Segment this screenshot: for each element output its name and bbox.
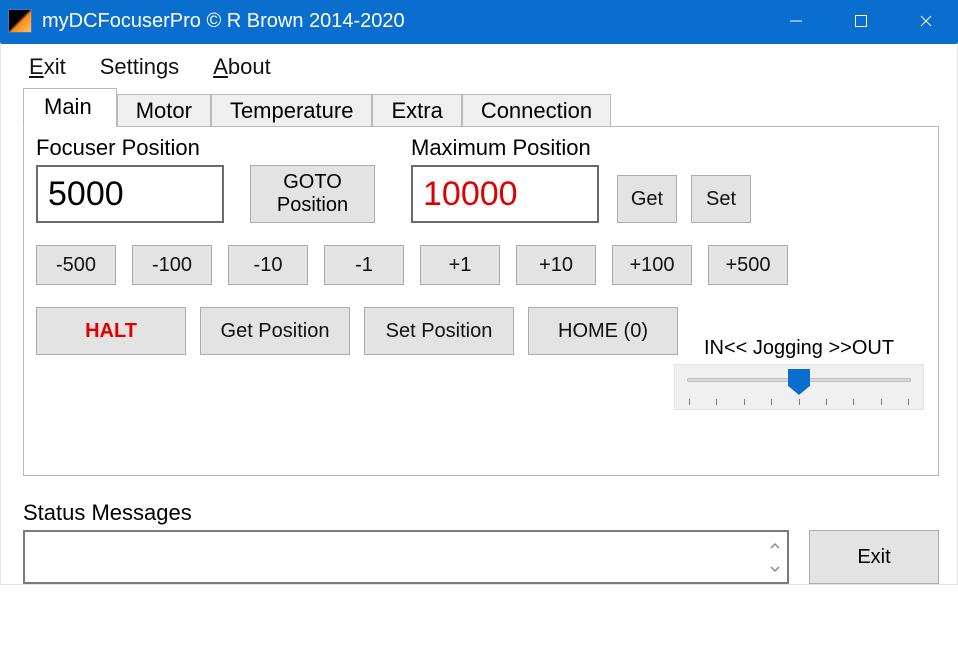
step-row: -500 -100 -10 -1 +1 +10 +100 +500 — [36, 245, 924, 285]
tab-page-main: Focuser Position GOTO Position Maximum P… — [23, 126, 939, 476]
title-bar: myDCFocuserPro © R Brown 2014-2020 — [0, 0, 958, 42]
step-minus-500[interactable]: -500 — [36, 245, 116, 285]
exit-button[interactable]: Exit — [809, 530, 939, 584]
menu-about-mnemonic: A — [213, 54, 228, 79]
menu-exit-rest: xit — [44, 54, 66, 79]
max-position-label: Maximum Position — [411, 135, 599, 161]
jogging-block: IN<< Jogging >>OUT — [674, 337, 924, 410]
tab-motor[interactable]: Motor — [117, 94, 211, 127]
menu-settings[interactable]: Settings — [100, 54, 180, 80]
slider-ticks — [687, 399, 911, 405]
step-plus-1[interactable]: +1 — [420, 245, 500, 285]
step-minus-10[interactable]: -10 — [228, 245, 308, 285]
tab-temperature[interactable]: Temperature — [211, 94, 373, 127]
menu-about[interactable]: About — [213, 54, 271, 80]
halt-button[interactable]: HALT — [36, 307, 186, 355]
slider-thumb[interactable] — [788, 369, 810, 395]
tab-extra[interactable]: Extra — [372, 94, 461, 127]
scroll-down-icon[interactable] — [765, 557, 785, 580]
max-position-block: Maximum Position — [411, 135, 599, 223]
maximize-button[interactable] — [828, 0, 893, 42]
step-minus-100[interactable]: -100 — [132, 245, 212, 285]
menu-exit-mnemonic: E — [29, 54, 44, 79]
set-position-button[interactable]: Set Position — [364, 307, 514, 355]
tab-strip: Main Motor Temperature Extra Connection — [1, 88, 957, 127]
home-button[interactable]: HOME (0) — [528, 307, 678, 355]
goto-position-button[interactable]: GOTO Position — [250, 165, 375, 223]
scroll-up-icon[interactable] — [765, 534, 785, 557]
jogging-slider[interactable] — [674, 364, 924, 410]
step-minus-1[interactable]: -1 — [324, 245, 404, 285]
focuser-position-label: Focuser Position — [36, 135, 224, 161]
status-label: Status Messages — [23, 500, 939, 526]
step-plus-100[interactable]: +100 — [612, 245, 692, 285]
tab-connection[interactable]: Connection — [462, 94, 611, 127]
tab-main[interactable]: Main — [23, 88, 117, 127]
get-position-button[interactable]: Get Position — [200, 307, 350, 355]
jogging-label: IN<< Jogging >>OUT — [674, 337, 924, 360]
set-max-button[interactable]: Set — [691, 175, 751, 223]
status-section: Status Messages Exit — [23, 500, 939, 584]
focuser-position-input[interactable] — [36, 165, 224, 223]
get-max-button[interactable]: Get — [617, 175, 677, 223]
menu-exit[interactable]: Exit — [29, 54, 66, 80]
app-icon — [8, 9, 32, 33]
client-area: Exit Settings About Main Motor Temperatu… — [0, 42, 958, 585]
menu-bar: Exit Settings About — [1, 44, 957, 88]
window-title: myDCFocuserPro © R Brown 2014-2020 — [42, 10, 763, 33]
window-controls — [763, 0, 958, 42]
focuser-block: Focuser Position — [36, 135, 224, 223]
position-row: Focuser Position GOTO Position Maximum P… — [36, 135, 924, 223]
max-position-input[interactable] — [411, 165, 599, 223]
step-plus-500[interactable]: +500 — [708, 245, 788, 285]
close-button[interactable] — [893, 0, 958, 42]
status-scroll[interactable] — [765, 534, 785, 580]
status-messages-box[interactable] — [23, 530, 789, 584]
menu-about-rest: bout — [228, 54, 271, 79]
step-plus-10[interactable]: +10 — [516, 245, 596, 285]
minimize-button[interactable] — [763, 0, 828, 42]
